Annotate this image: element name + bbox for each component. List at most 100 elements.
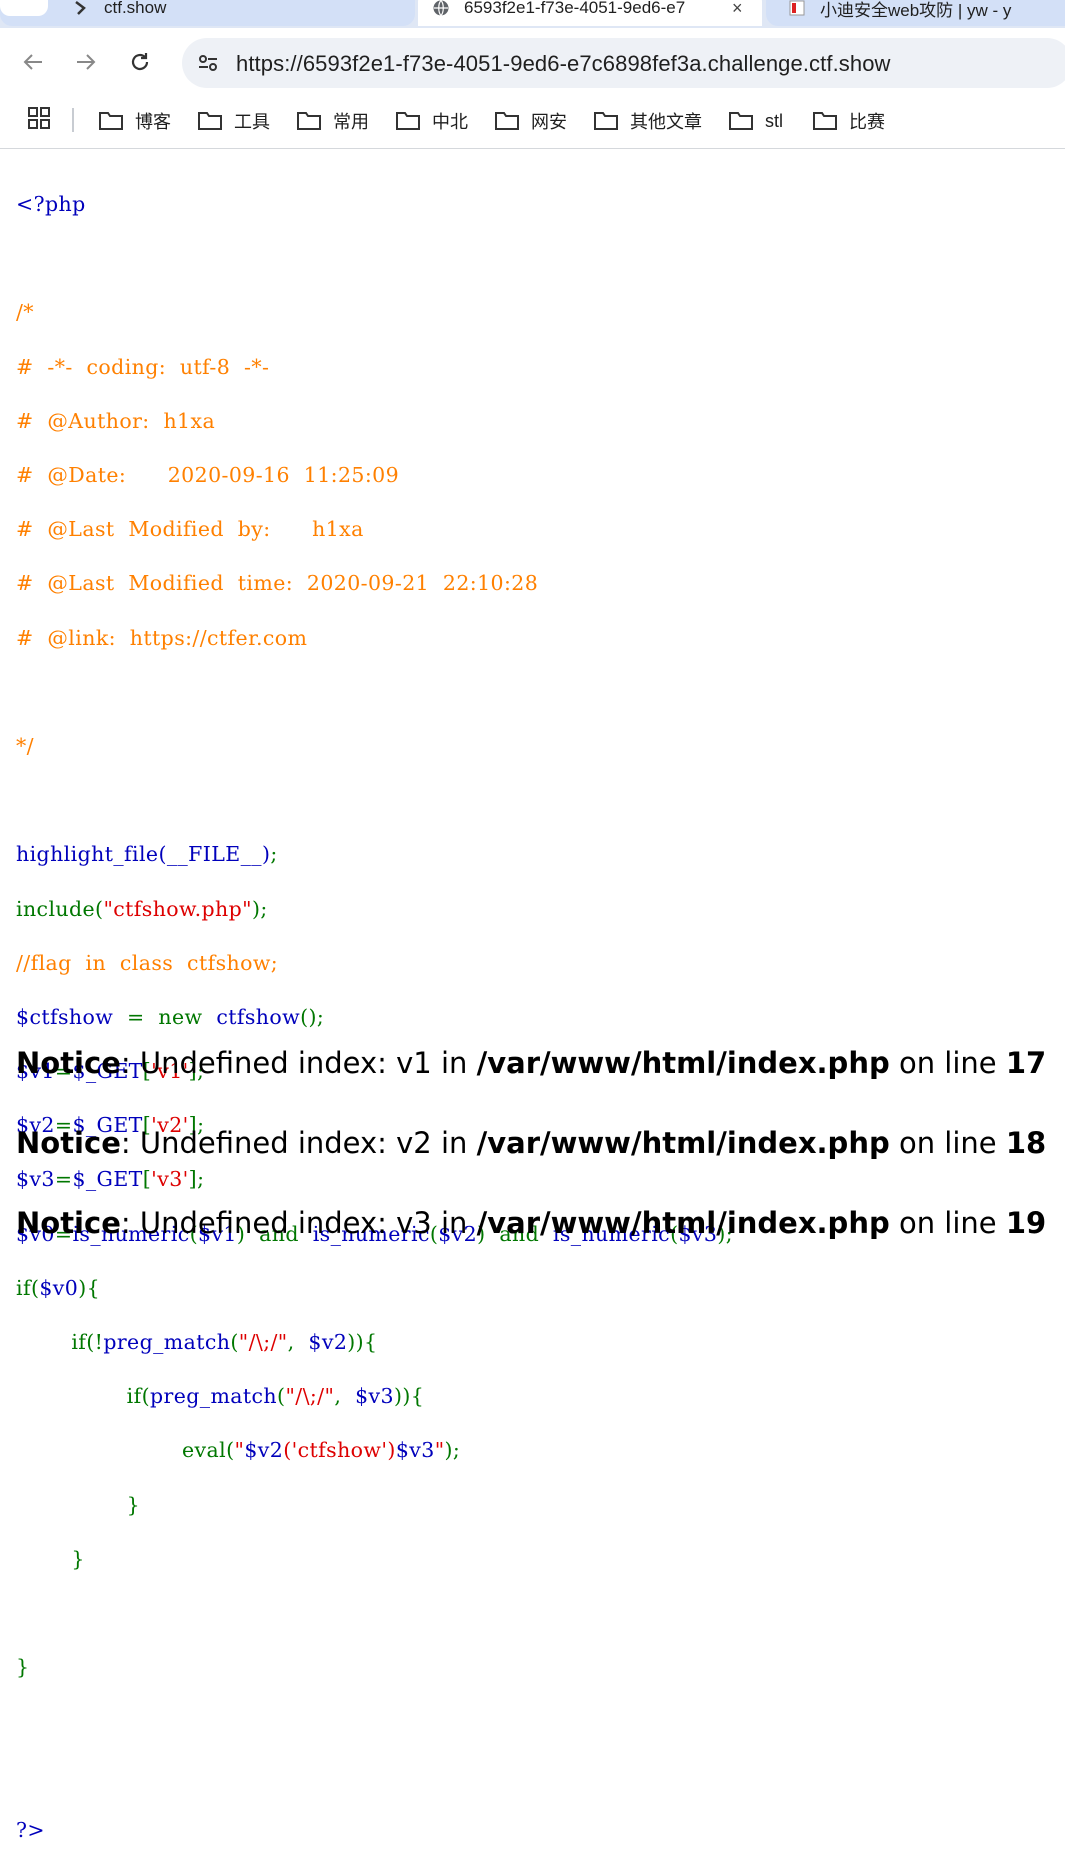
code-token: highlight_file(__FILE__) [16,842,271,867]
code-string: " [434,1438,445,1463]
notice-file-path: /var/www/html/index.php [476,1046,890,1080]
code-token: if( [126,1384,151,1409]
bookmark-folder[interactable]: 比赛 [812,106,885,136]
address-bar[interactable]: https://6593f2e1-f73e-4051-9ed6-e7c6898f… [182,38,1065,88]
php-notice: Notice: Undefined index: v3 in /var/www/… [16,1203,1056,1243]
code-string: " [234,1438,245,1463]
code-comment: /* [16,300,34,325]
folder-icon [729,112,753,130]
php-open-tag: <?php [16,192,86,217]
bookmarks-divider [72,108,74,132]
code-line: /* [16,299,733,326]
bookmarks-bar: 博客 工具 常用 中北 网安 其他文章 stl 比赛 [0,96,1065,149]
bookmark-folder[interactable]: stl [728,106,783,136]
code-line: ?> [16,1817,733,1844]
notice-message: : Undefined index: v1 in [120,1046,477,1080]
ctfshow-favicon-icon [75,1,86,15]
code-token: ( [230,1330,239,1355]
bookmark-label: 网安 [531,112,567,132]
tab-title: 小迪安全web攻防 | yw - y [820,0,1012,20]
code-line: if(preg_match("/\;/", $v3)){ [16,1383,733,1410]
bookmark-label: 比赛 [849,112,885,132]
code-token: (); [300,1004,325,1029]
folder-icon [198,112,222,130]
folder-icon [297,112,321,130]
notice-message: on line [889,1206,1006,1240]
code-token: $v2 [308,1330,348,1355]
code-line: } [16,1492,733,1519]
notice-message: : Undefined index: v3 in [120,1206,477,1240]
arrow-right-icon [77,54,96,70]
bookmark-folder[interactable]: 工具 [197,106,270,136]
code-token: ); [251,896,268,921]
code-line: <?php [16,191,733,218]
code-line: # @Date: 2020-09-16 11:25:09 [16,462,733,489]
php-notice: Notice: Undefined index: v2 in /var/www/… [16,1123,1056,1163]
article-favicon-icon [789,0,805,16]
code-token: ( [277,1384,286,1409]
reload-icon [131,53,149,71]
tab-title: ctf.show [104,0,167,17]
bookmark-folder[interactable]: 中北 [395,106,468,136]
code-comment: # @Author: h1xa [16,408,216,433]
code-line: if(!preg_match("/\;/", $v2)){ [16,1329,733,1356]
bookmark-label: 其他文章 [630,112,702,132]
tab-strip-menu[interactable] [0,0,48,16]
code-token: preg_match [103,1330,231,1355]
tab-xiaodi[interactable]: 小迪安全web攻防 | yw - y [766,0,1065,26]
bookmark-folder[interactable]: 常用 [296,106,369,136]
bookmark-folder[interactable]: 其他文章 [593,106,702,136]
apps-button[interactable] [28,107,50,134]
code-token: ctfshow [216,1004,301,1029]
tune-icon [199,55,217,71]
bookmark-label: 中北 [432,112,468,132]
code-token: = new [127,1004,217,1029]
code-line: # -*- coding: utf-8 -*- [16,354,733,381]
code-token: $v3 [395,1438,435,1463]
bookmark-folder[interactable]: 网安 [494,106,567,136]
notice-line-number: 18 [1005,1126,1047,1160]
notice-line-number: 17 [1005,1046,1047,1080]
code-comment: # @Last Modified by: h1xa [16,517,364,542]
code-token: $v3 [355,1384,394,1409]
php-notices: Notice: Undefined index: v1 in /var/www/… [16,1043,1056,1283]
code-line: */ [16,733,733,760]
url-text[interactable]: https://6593f2e1-f73e-4051-9ed6-e7c6898f… [236,51,891,77]
browser-toolbar: https://6593f2e1-f73e-4051-9ed6-e7c6898f… [0,28,1065,96]
reload-button[interactable] [120,42,160,82]
php-notice: Notice: Undefined index: v1 in /var/www/… [16,1043,1056,1083]
code-comment: //flag in class ctfshow; [16,950,279,975]
back-button[interactable] [13,42,53,82]
site-info-button[interactable] [192,47,224,79]
code-token: eval( [182,1438,235,1463]
code-string: "/\;/" [285,1384,335,1409]
code-token: ); [444,1438,461,1463]
notice-label: Notice [16,1126,121,1160]
code-token: } [126,1492,141,1517]
tab-challenge-active[interactable]: 6593f2e1-f73e-4051-9ed6-e7 × [418,0,762,26]
code-token: if(! [71,1330,104,1355]
code-string: "/\;/" [238,1330,288,1355]
php-source-code: <?php /* # -*- coding: utf-8 -*- # @Auth… [16,164,733,1871]
code-token: include( [16,896,104,921]
code-line: # @Author: h1xa [16,408,733,435]
forward-button[interactable] [66,42,106,82]
code-token: , [287,1330,309,1355]
tab-strip: ctf.show × 6593f2e1-f73e-4051-9ed6-e7 × … [0,0,1065,28]
code-line: include("ctfshow.php"); [16,896,733,923]
tab-ctfshow[interactable]: ctf.show × [0,0,415,26]
bookmark-label: 博客 [135,112,171,132]
code-line: } [16,1654,733,1681]
folder-icon [813,112,837,130]
bookmark-folder[interactable]: 博客 [98,106,171,136]
code-line: highlight_file(__FILE__); [16,841,733,868]
notice-label: Notice [16,1046,121,1080]
code-comment: # @link: https://ctfer.com [16,625,308,650]
tab-close-icon[interactable]: × [732,0,743,19]
globe-icon [433,0,449,16]
